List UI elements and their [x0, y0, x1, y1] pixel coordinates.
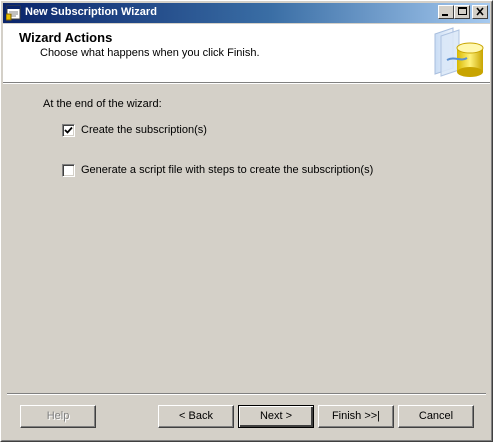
title-bar[interactable]: New Subscription Wizard — [3, 3, 490, 23]
maximize-icon — [458, 7, 467, 15]
checkmark-icon — [64, 126, 73, 134]
create-subscription-checkbox[interactable] — [62, 124, 75, 137]
page-subtitle: Choose what happens when you click Finis… — [40, 47, 260, 59]
help-button[interactable]: Help — [20, 405, 96, 428]
minimize-button[interactable] — [438, 5, 454, 19]
maximize-button[interactable] — [454, 5, 470, 19]
generate-script-checkbox[interactable] — [62, 164, 75, 177]
wizard-header: Wizard Actions Choose what happens when … — [3, 24, 490, 83]
back-button[interactable]: < Back — [158, 405, 234, 428]
footer-divider — [7, 393, 486, 395]
create-subscription-label[interactable]: Create the subscription(s) — [81, 124, 207, 136]
header-divider — [3, 83, 490, 84]
cancel-button[interactable]: Cancel — [398, 405, 474, 428]
page-title: Wizard Actions — [19, 30, 113, 45]
database-wizard-icon — [431, 26, 487, 80]
window-title: New Subscription Wizard — [25, 6, 157, 18]
close-button[interactable] — [472, 5, 488, 19]
close-icon — [476, 7, 484, 16]
wizard-prompt: At the end of the wizard: — [43, 98, 162, 110]
minimize-icon — [442, 14, 448, 16]
wizard-window: New Subscription Wizard Wizard Actions C… — [0, 0, 493, 442]
next-button[interactable]: Next > — [238, 405, 314, 428]
app-icon — [5, 5, 22, 21]
finish-button[interactable]: Finish >>| — [318, 405, 394, 428]
generate-script-label[interactable]: Generate a script file with steps to cre… — [81, 164, 373, 176]
